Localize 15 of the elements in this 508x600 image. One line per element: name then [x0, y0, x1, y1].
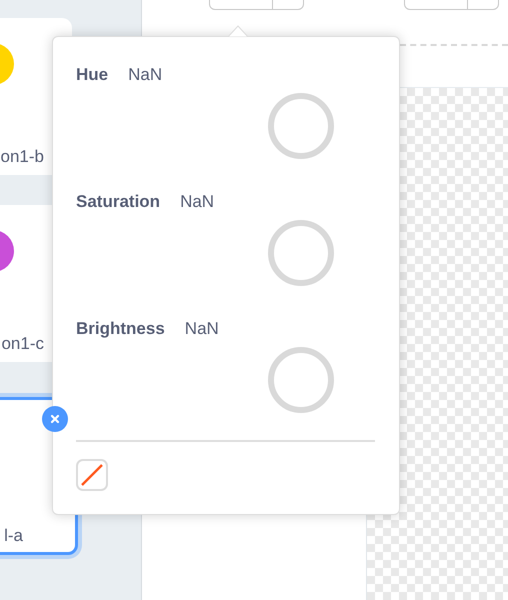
slider-value: NaN [184, 319, 219, 339]
costume-name: on1-b [0, 147, 44, 167]
slider-label: Hue [76, 65, 108, 85]
slider-value: NaN [180, 192, 214, 212]
slider-value: NaN [128, 65, 162, 85]
slider-thumb[interactable] [268, 220, 334, 286]
no-fill-swatch[interactable] [76, 459, 108, 491]
close-icon [50, 414, 60, 424]
slider-label: Brightness [76, 319, 165, 339]
slider-label: Saturation [76, 192, 160, 212]
slider-thumb[interactable] [268, 93, 334, 159]
slider-thumb[interactable] [268, 347, 334, 413]
no-color-icon [80, 463, 104, 487]
costume-name: l-a [4, 526, 23, 546]
costume-name: on1-c [1, 334, 44, 354]
